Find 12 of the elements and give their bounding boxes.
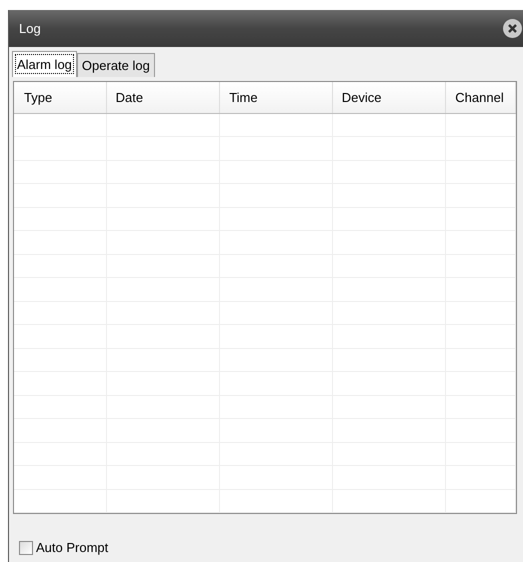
window-title: Log — [19, 20, 41, 38]
column-header[interactable]: Channel — [446, 82, 516, 112]
column-header[interactable]: Device — [332, 82, 446, 112]
column-header[interactable]: Time — [220, 82, 333, 112]
tab[interactable]: Alarm log — [12, 51, 77, 77]
column-header[interactable]: Date — [106, 82, 220, 112]
column-header[interactable]: Type — [15, 82, 107, 112]
checkbox[interactable] — [19, 540, 33, 555]
close-icon — [507, 23, 518, 34]
close-button[interactable] — [503, 19, 522, 38]
tab[interactable]: Operate log — [76, 53, 155, 77]
checkbox-label: Auto Prompt — [36, 539, 108, 557]
